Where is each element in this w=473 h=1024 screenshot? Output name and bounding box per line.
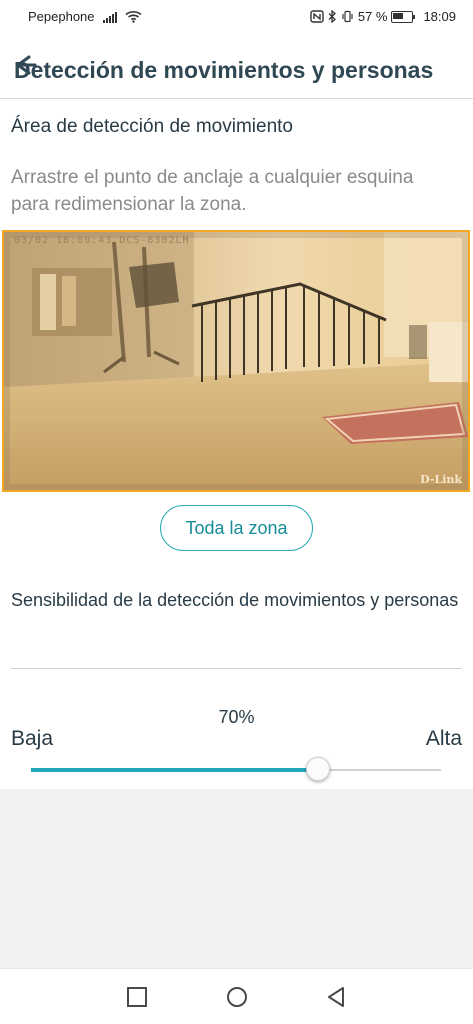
sensitivity-slider[interactable]	[31, 757, 441, 783]
sensitivity-title: Sensibilidad de la detección de movimien…	[11, 590, 459, 610]
wifi-icon	[124, 11, 142, 23]
navigation-bar	[0, 968, 473, 1024]
clock-time: 18:09	[423, 9, 456, 24]
divider	[11, 668, 462, 669]
system-back-button[interactable]	[324, 984, 350, 1010]
screen: Pepephone 57 % 18:09 Detección de movimi…	[0, 0, 473, 1024]
status-right: 57 % 18:09	[310, 9, 456, 24]
carrier-name: Pepephone	[28, 9, 95, 24]
camera-image	[4, 232, 468, 490]
home-icon	[227, 987, 247, 1007]
battery-icon	[391, 10, 416, 23]
camera-preview-zone[interactable]: 03/02 18:09:43 DCS-8302LH D-Link	[2, 230, 470, 492]
back-icon	[328, 987, 344, 1007]
page-title: Detección de movimientos y personas	[14, 57, 434, 83]
battery-percent: 57 %	[357, 9, 388, 24]
sensitivity-high-label: Alta	[425, 727, 462, 750]
signal-icon	[102, 11, 117, 23]
slider-thumb[interactable]	[306, 757, 330, 781]
status-left: Pepephone	[28, 9, 142, 24]
vibrate-icon	[342, 10, 353, 23]
sensitivity-value: 70%	[218, 707, 255, 727]
app-header: Detección de movimientos y personas	[0, 34, 473, 99]
bluetooth-icon	[328, 10, 336, 23]
sensitivity-low-label: Baja	[11, 727, 54, 750]
camera-timestamp: 03/02 18:09:43 DCS-8302LH	[14, 235, 190, 246]
detection-instruction: Arrastre el punto de anclaje a cualquier…	[11, 167, 414, 215]
status-bar: Pepephone 57 % 18:09	[0, 0, 473, 34]
all-zone-button[interactable]: Toda la zona	[160, 505, 313, 551]
slider-fill	[31, 768, 318, 772]
recent-apps-button[interactable]	[124, 984, 150, 1010]
main-content: Área de detección de movimiento Arrastre…	[0, 99, 473, 789]
detection-area-title: Área de detección de movimiento	[11, 116, 293, 137]
recent-apps-icon	[127, 987, 147, 1007]
camera-brand-logo: D-Link	[420, 473, 462, 486]
home-button[interactable]	[224, 984, 250, 1010]
nfc-icon	[310, 10, 324, 23]
